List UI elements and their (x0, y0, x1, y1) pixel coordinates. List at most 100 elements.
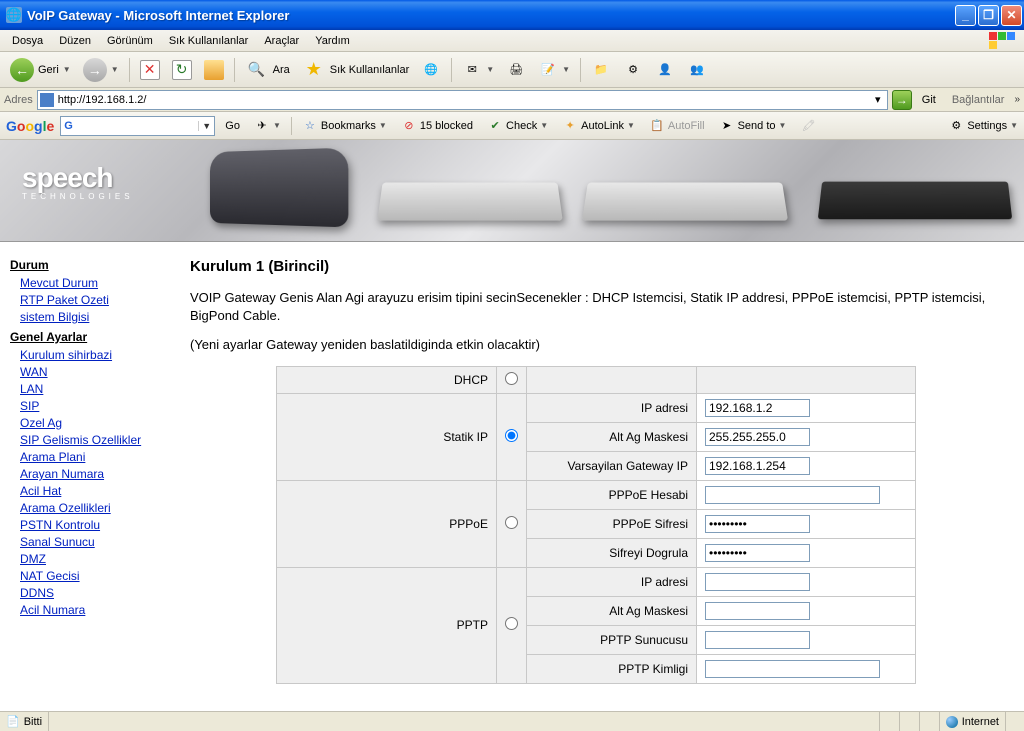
static-radio[interactable] (505, 429, 518, 442)
section-genel-ayarlar: Genel Ayarlar (10, 330, 166, 344)
pptp-radio[interactable] (505, 617, 518, 630)
nav-arama-plani[interactable]: Arama Plani (20, 450, 166, 464)
device-image-2 (377, 183, 562, 221)
nav-ddns[interactable]: DDNS (20, 586, 166, 600)
chevron-right-icon[interactable]: » (1014, 94, 1020, 105)
minimize-button[interactable]: _ (955, 5, 976, 26)
nav-nat-gecisi[interactable]: NAT Gecisi (20, 569, 166, 583)
nav-arama-ozellikleri[interactable]: Arama Ozellikleri (20, 501, 166, 515)
sendto-button[interactable]: ➤Send to▼ (715, 118, 791, 134)
nav-mevcut-durum[interactable]: Mevcut Durum (20, 276, 166, 290)
nav-sanal-sunucu[interactable]: Sanal Sunucu (20, 535, 166, 549)
people-button[interactable]: 👥 (683, 58, 711, 82)
address-input-wrap[interactable]: ▾ (37, 90, 888, 110)
mail-button[interactable]: ✉▼ (458, 58, 498, 82)
nav-acil-numara[interactable]: Acil Numara (20, 603, 166, 617)
nav-lan[interactable]: LAN (20, 382, 166, 396)
edit-button[interactable]: 📝▼ (534, 58, 574, 82)
address-dropdown-icon[interactable]: ▾ (871, 93, 885, 106)
autofill-button[interactable]: 📋AutoFill (645, 118, 709, 134)
history-button[interactable]: 🌐 (417, 58, 445, 82)
sidebar-nav: Durum Mevcut Durum RTP Paket Ozeti siste… (0, 244, 168, 711)
pppoe-confirm-input[interactable] (705, 544, 810, 562)
autolink-button[interactable]: ✦AutoLink▼ (558, 118, 639, 134)
favorites-label: Sık Kullanılanlar (330, 64, 410, 76)
check-button[interactable]: ✔Check▼ (483, 118, 552, 134)
nav-acil-hat[interactable]: Acil Hat (20, 484, 166, 498)
nav-wan[interactable]: WAN (20, 365, 166, 379)
nav-sip-gelismis[interactable]: SIP Gelismis Ozellikler (20, 433, 166, 447)
pppoe-pass-input[interactable] (705, 515, 810, 533)
menu-duzen[interactable]: Düzen (51, 33, 99, 49)
page-description-1: VOIP Gateway Genis Alan Agi arayuzu eris… (190, 289, 1002, 324)
static-ip-input[interactable] (705, 399, 810, 417)
check-icon: ✔ (487, 118, 503, 134)
discuss-icon: 📁 (591, 60, 611, 80)
pppoe-account-input[interactable] (705, 486, 880, 504)
header-banner: speech TECHNOLOGIES (0, 140, 1024, 242)
bookmarks-button[interactable]: ☆Bookmarks▼ (298, 118, 391, 134)
messenger-button[interactable]: 👤 (651, 58, 679, 82)
refresh-button[interactable]: ↻ (168, 58, 196, 82)
static-gw-input[interactable] (705, 457, 810, 475)
main-toolbar: ← Geri ▼ → ▼ ✕ ↻ 🔍 Ara ★ Sık Kullanılanl… (0, 52, 1024, 88)
nav-rtp-paket[interactable]: RTP Paket Ozeti (20, 293, 166, 307)
pptp-id-input[interactable] (705, 660, 880, 678)
favorites-button[interactable]: ★ Sık Kullanılanlar (298, 56, 414, 84)
search-dropdown-icon[interactable]: ▼ (198, 121, 214, 131)
pptp-server-input[interactable] (705, 631, 810, 649)
stop-button[interactable]: ✕ (136, 58, 164, 82)
search-button[interactable]: 🔍 Ara (241, 56, 294, 84)
menu-araclar[interactable]: Araçlar (256, 33, 307, 49)
nav-sistem-bilgisi[interactable]: sistem Bilgisi (20, 310, 166, 324)
google-logo[interactable]: Google (6, 118, 54, 134)
print-button[interactable]: 🖨 (502, 58, 530, 82)
nav-sip[interactable]: SIP (20, 399, 166, 413)
device-image-3 (582, 183, 788, 221)
sendto-icon: ➤ (719, 118, 735, 134)
static-label: Statik IP (277, 393, 497, 480)
device-image-1 (210, 148, 348, 228)
url-input[interactable] (58, 94, 871, 106)
static-mask-input[interactable] (705, 428, 810, 446)
menu-gorunum[interactable]: Görünüm (99, 33, 161, 49)
main-content: Kurulum 1 (Birincil) VOIP Gateway Genis … (168, 244, 1024, 711)
messenger-icon: 👤 (655, 60, 675, 80)
static-mask-label: Alt Ag Maskesi (527, 422, 697, 451)
back-button[interactable]: ← Geri ▼ (6, 56, 75, 84)
autolink-icon: ✦ (562, 118, 578, 134)
nav-arayan-numara[interactable]: Arayan Numara (20, 467, 166, 481)
nav-ozel-ag[interactable]: Ozel Ag (20, 416, 166, 430)
address-bar: Adres ▾ → Git Bağlantılar » (0, 88, 1024, 112)
links-label[interactable]: Bağlantılar (946, 94, 1011, 106)
maximize-button[interactable]: ❐ (978, 5, 999, 26)
close-button[interactable]: ✕ (1001, 5, 1022, 26)
pptp-mask-input[interactable] (705, 602, 810, 620)
menu-yardim[interactable]: Yardım (307, 33, 358, 49)
pptp-ip-label: IP adresi (527, 567, 697, 596)
forward-button[interactable]: → ▼ (79, 56, 123, 84)
menu-dosya[interactable]: Dosya (4, 33, 51, 49)
highlight-button[interactable]: 🖍 (796, 118, 820, 134)
pppoe-radio[interactable] (505, 516, 518, 529)
google-go-button[interactable]: Go (221, 120, 244, 132)
page-heading: Kurulum 1 (Birincil) (190, 258, 1002, 275)
research-button[interactable]: ⚙ (619, 58, 647, 82)
nav-dmz[interactable]: DMZ (20, 552, 166, 566)
pptp-ip-input[interactable] (705, 573, 810, 591)
google-airplane-button[interactable]: ✈▼ (250, 118, 285, 134)
home-button[interactable] (200, 58, 228, 82)
nav-pstn-kontrolu[interactable]: PSTN Kontrolu (20, 518, 166, 532)
go-button[interactable]: → (892, 90, 912, 110)
edit-icon: 📝 (538, 60, 558, 80)
google-search-input[interactable]: G ▼ (60, 116, 215, 136)
discuss-button[interactable]: 📁 (587, 58, 615, 82)
menu-sik[interactable]: Sık Kullanılanlar (161, 33, 257, 49)
dhcp-radio[interactable] (505, 372, 518, 385)
page-description-2: (Yeni ayarlar Gateway yeniden baslatildi… (190, 336, 1002, 354)
google-settings-button[interactable]: ⚙ Settings▼ (948, 118, 1018, 134)
nav-kurulum-sihirbazi[interactable]: Kurulum sihirbazi (20, 348, 166, 362)
windows-logo-icon (988, 32, 1020, 50)
popup-blocker-button[interactable]: ⊘15 blocked (397, 118, 477, 134)
wan-config-table: DHCP Statik IP IP adresi Alt Ag Maskesi … (276, 366, 916, 684)
